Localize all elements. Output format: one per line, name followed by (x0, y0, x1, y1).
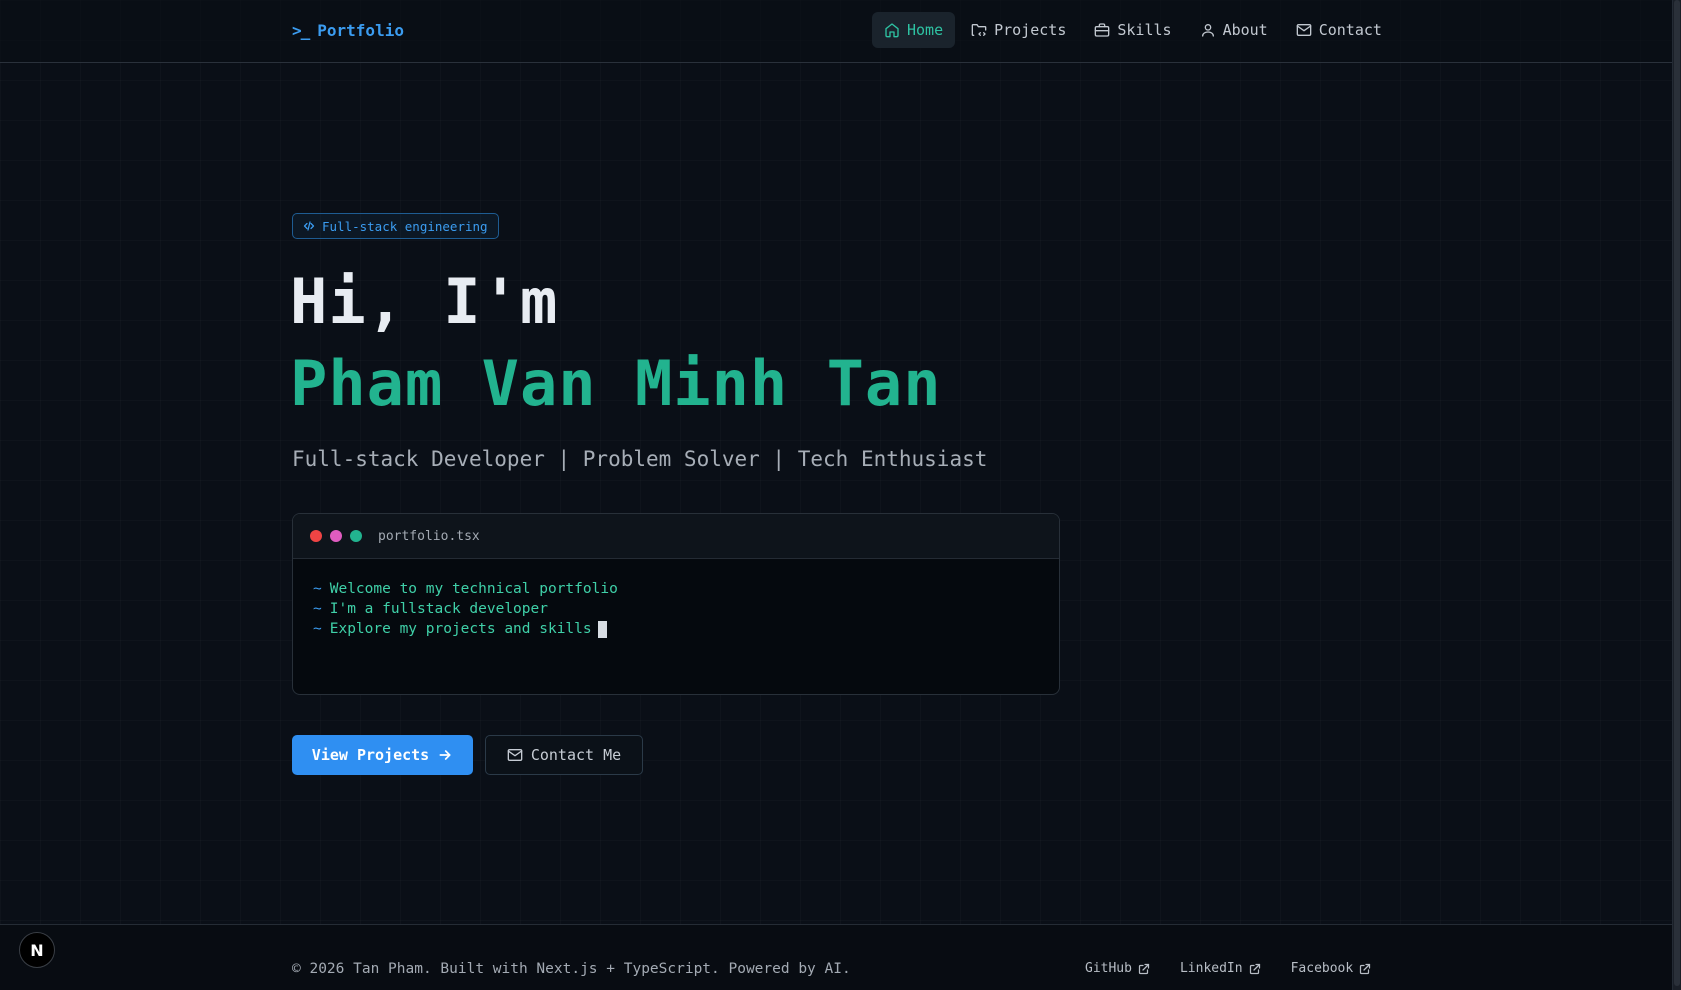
specialty-badge: Full-stack engineering (292, 213, 499, 239)
facebook-link[interactable]: Facebook (1291, 961, 1372, 976)
terminal-line-text: Explore my projects and skills (329, 621, 592, 637)
logo-link[interactable]: >_ Portfolio (292, 18, 404, 42)
hero-tagline: Full-stack Developer | Problem Solver | … (292, 447, 988, 471)
terminal-line-text: I'm a fullstack developer (329, 601, 548, 617)
link-label: Facebook (1290, 961, 1354, 976)
terminal-line-text: Welcome to my technical portfolio (329, 581, 618, 597)
terminal-titlebar: portfolio.tsx (293, 514, 1059, 559)
nav-item-label: Home (907, 21, 944, 39)
contact-me-button[interactable]: Contact Me (485, 735, 643, 775)
site-header: >_ Portfolio Home Projects Skills About (0, 0, 1672, 63)
home-icon (885, 23, 899, 38)
mail-icon (507, 749, 523, 761)
mail-icon (1296, 24, 1312, 36)
code-icon (303, 221, 315, 231)
terminal-prompt-icon: >_ (292, 20, 310, 40)
close-dot-icon (310, 530, 322, 542)
briefcase-icon (1095, 23, 1110, 37)
main-nav: Home Projects Skills About Contact (872, 12, 1394, 48)
maximize-dot-icon (350, 530, 362, 542)
button-label: Contact Me (530, 746, 622, 764)
external-link-icon (1249, 963, 1260, 974)
arrow-right-icon (439, 750, 451, 760)
external-link-icon (1138, 963, 1150, 974)
social-links: GitHub LinkedIn Facebook (1085, 961, 1371, 976)
page: >_ Portfolio Home Projects Skills About (0, 0, 1681, 990)
user-icon (1201, 24, 1214, 37)
terminal-line: ~ Welcome to my technical portfolio (313, 579, 1059, 599)
copyright-text: © 2026 Tan Pham. Built with Next.js + Ty… (292, 961, 851, 977)
page-scrollbar[interactable] (1672, 0, 1681, 990)
hero-greeting: Hi, I'm (290, 265, 559, 338)
nav-item-projects[interactable]: Projects (959, 12, 1078, 48)
link-label: LinkedIn (1179, 961, 1243, 976)
terminal-filename: portfolio.tsx (378, 528, 480, 544)
view-projects-button[interactable]: View Projects (292, 735, 473, 775)
nav-item-contact[interactable]: Contact (1284, 12, 1394, 48)
prompt-symbol: ~ (313, 601, 322, 617)
scrollbar-thumb[interactable] (1674, 0, 1680, 986)
prompt-symbol: ~ (313, 581, 322, 597)
nav-item-skills[interactable]: Skills (1082, 12, 1183, 48)
prompt-symbol: ~ (313, 621, 322, 637)
terminal-line: ~ Explore my projects and skills (313, 619, 1059, 639)
nav-item-label: Projects (994, 21, 1067, 39)
badge-label: Full-stack engineering (322, 218, 488, 234)
nextjs-dev-icon[interactable]: N (19, 932, 55, 968)
terminal-line: ~ I'm a fullstack developer (313, 599, 1059, 619)
text-cursor (597, 620, 607, 638)
logo-text: Portfolio (317, 20, 404, 40)
folder-code-icon (971, 24, 987, 36)
external-link-icon (1360, 963, 1371, 974)
site-footer: © 2026 Tan Pham. Built with Next.js + Ty… (0, 924, 1672, 990)
button-label: View Projects (311, 746, 430, 764)
minimize-dot-icon (330, 530, 342, 542)
terminal-body: ~ Welcome to my technical portfolio ~ I'… (293, 559, 1059, 639)
nav-item-label: Contact (1318, 21, 1382, 39)
nav-item-label: About (1222, 21, 1268, 39)
linkedin-link[interactable]: LinkedIn (1180, 961, 1261, 976)
nav-item-label: Skills (1117, 21, 1172, 39)
terminal-window: portfolio.tsx ~ Welcome to my technical … (292, 513, 1060, 695)
nav-item-about[interactable]: About (1188, 12, 1280, 48)
link-label: GitHub (1085, 961, 1132, 976)
github-link[interactable]: GitHub (1085, 961, 1150, 976)
nav-item-home[interactable]: Home (872, 12, 956, 48)
hero-name: Pham Van Minh Tan (290, 347, 942, 420)
